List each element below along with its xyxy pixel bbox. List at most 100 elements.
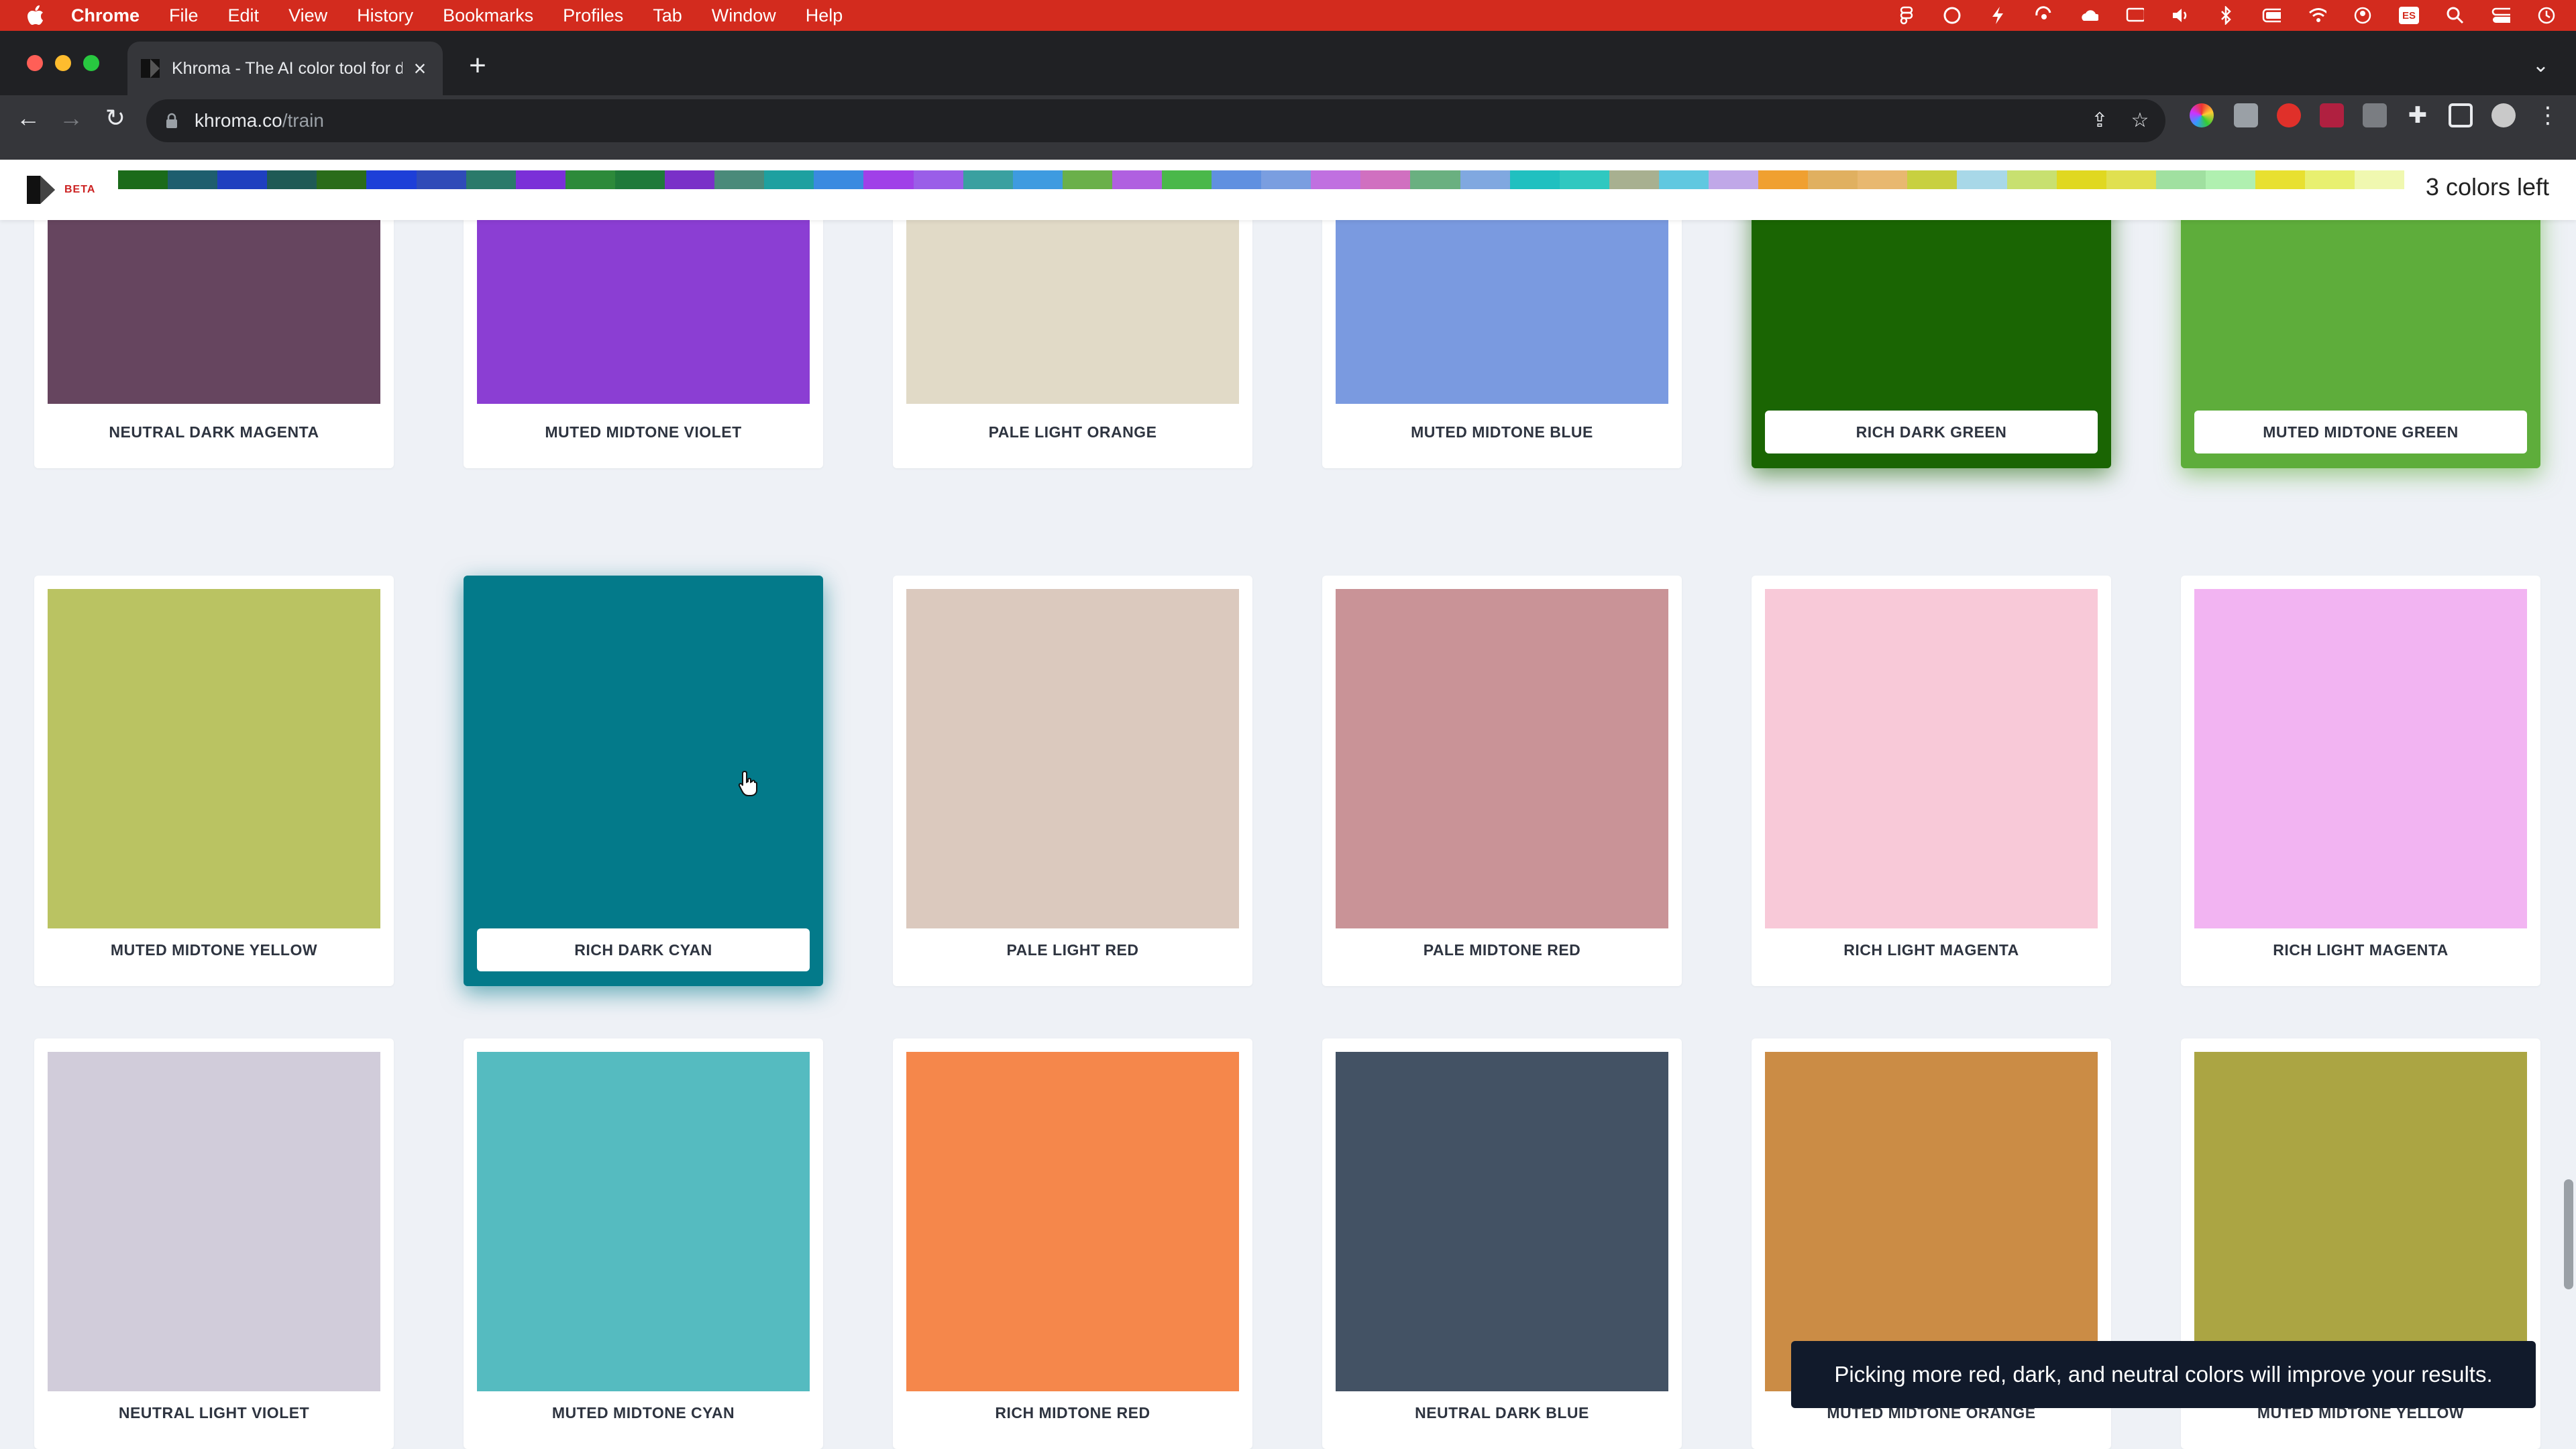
back-button[interactable]: ← <box>9 99 47 137</box>
address-bar[interactable]: khroma.co/train ⇪ ☆ <box>146 99 2165 142</box>
bluetooth-icon[interactable] <box>2216 6 2235 25</box>
strip-color-chip[interactable] <box>1261 170 1311 189</box>
strip-color-chip[interactable] <box>1758 170 1809 189</box>
camera-extension-icon[interactable] <box>2234 103 2258 127</box>
apple-icon[interactable] <box>27 5 44 25</box>
share-icon[interactable]: ⇪ <box>2089 110 2110 131</box>
strip-color-chip[interactable] <box>366 170 417 189</box>
chrome-menu-icon[interactable]: ⋮ <box>2536 103 2560 127</box>
side-panel-icon[interactable] <box>2449 103 2473 127</box>
strip-color-chip[interactable] <box>1907 170 1957 189</box>
search-icon[interactable] <box>2446 6 2465 25</box>
cloud-icon[interactable] <box>2080 6 2098 25</box>
bookmark-star-icon[interactable]: ☆ <box>2129 110 2151 131</box>
color-card[interactable]: NEUTRAL LIGHT VIOLET <box>34 1038 394 1449</box>
color-swatch[interactable] <box>477 589 810 928</box>
color-card[interactable]: RICH MIDTONE RED <box>893 1038 1252 1449</box>
strip-color-chip[interactable] <box>2155 170 2206 189</box>
color-card[interactable]: RICH DARK CYAN <box>464 576 823 986</box>
strip-color-chip[interactable] <box>764 170 814 189</box>
tab-search-chevron-icon[interactable]: ⌄ <box>2532 54 2549 77</box>
color-swatch[interactable] <box>1765 589 2098 928</box>
color-swatch[interactable] <box>906 589 1239 928</box>
sync-icon[interactable] <box>2034 6 2053 25</box>
strip-color-chip[interactable] <box>416 170 466 189</box>
keyboard-es-icon[interactable]: ES <box>2399 7 2419 24</box>
creative-cloud-icon[interactable] <box>1943 6 1962 25</box>
strip-color-chip[interactable] <box>1460 170 1510 189</box>
puzzle-extensions-icon[interactable]: ✚ <box>2406 103 2430 127</box>
strip-color-chip[interactable] <box>1609 170 1659 189</box>
color-swatch[interactable] <box>1336 1052 1668 1391</box>
color-swatch[interactable] <box>2194 589 2527 928</box>
menu-edit[interactable]: Edit <box>228 5 260 26</box>
color-card[interactable]: PALE MIDTONE RED <box>1322 576 1682 986</box>
color-card[interactable]: PALE LIGHT RED <box>893 576 1252 986</box>
tab-khroma[interactable]: Khroma - The AI color tool for d × <box>127 42 443 95</box>
strip-color-chip[interactable] <box>1957 170 2007 189</box>
tab-close-button[interactable]: × <box>411 58 429 79</box>
strip-color-chip[interactable] <box>714 170 765 189</box>
control-center-icon[interactable] <box>2491 6 2510 25</box>
strip-color-chip[interactable] <box>665 170 715 189</box>
figma-icon[interactable] <box>1897 6 1916 25</box>
battery-icon[interactable] <box>2262 6 2281 25</box>
menu-history[interactable]: History <box>357 5 413 26</box>
hand-extension-icon[interactable] <box>2277 103 2301 127</box>
strip-color-chip[interactable] <box>515 170 566 189</box>
pen-extension-icon[interactable] <box>2320 103 2344 127</box>
khroma-logo[interactable] <box>27 176 55 204</box>
strip-color-chip[interactable] <box>2006 170 2057 189</box>
window-close-button[interactable] <box>27 55 43 71</box>
color-card[interactable]: RICH LIGHT MAGENTA <box>2181 576 2540 986</box>
strip-color-chip[interactable] <box>2106 170 2156 189</box>
wifi-icon[interactable] <box>2308 6 2326 25</box>
strip-color-chip[interactable] <box>1062 170 1112 189</box>
color-swatch[interactable] <box>48 1052 380 1391</box>
menu-view[interactable]: View <box>288 5 327 26</box>
strip-color-chip[interactable] <box>814 170 864 189</box>
strip-color-chip[interactable] <box>1559 170 1609 189</box>
strip-color-chip[interactable] <box>1112 170 1162 189</box>
profile-avatar[interactable] <box>2491 103 2516 127</box>
strip-color-chip[interactable] <box>2205 170 2256 189</box>
menu-bookmarks[interactable]: Bookmarks <box>443 5 533 26</box>
strip-color-chip[interactable] <box>1360 170 1411 189</box>
forward-button[interactable]: → <box>52 99 90 137</box>
color-card[interactable]: MUTED MIDTONE CYAN <box>464 1038 823 1449</box>
color-swatch[interactable] <box>1336 589 1668 928</box>
strip-color-chip[interactable] <box>466 170 516 189</box>
color-card[interactable]: NEUTRAL DARK BLUE <box>1322 1038 1682 1449</box>
menu-window[interactable]: Window <box>712 5 776 26</box>
strip-color-chip[interactable] <box>1509 170 1560 189</box>
strip-color-chip[interactable] <box>2355 170 2405 189</box>
clock-icon[interactable] <box>2537 6 2556 25</box>
strip-color-chip[interactable] <box>565 170 615 189</box>
menu-profiles[interactable]: Profiles <box>563 5 623 26</box>
menu-help[interactable]: Help <box>806 5 843 26</box>
strip-color-chip[interactable] <box>963 170 1013 189</box>
strip-color-chip[interactable] <box>614 170 665 189</box>
color-card[interactable]: RICH LIGHT MAGENTA <box>1752 576 2111 986</box>
menu-file[interactable]: File <box>169 5 199 26</box>
color-swatch[interactable] <box>906 1052 1239 1391</box>
color-card[interactable]: MUTED MIDTONE YELLOW <box>34 576 394 986</box>
color-swatch[interactable] <box>477 1052 810 1391</box>
page-scrollbar[interactable] <box>2564 1179 2573 1289</box>
screen-mirror-icon[interactable] <box>2125 6 2144 25</box>
strip-color-chip[interactable] <box>863 170 914 189</box>
window-minimize-button[interactable] <box>55 55 71 71</box>
strip-color-chip[interactable] <box>1311 170 1361 189</box>
strip-color-chip[interactable] <box>2255 170 2306 189</box>
strip-color-chip[interactable] <box>217 170 268 189</box>
strip-color-chip[interactable] <box>267 170 317 189</box>
lock-icon[interactable] <box>165 112 180 129</box>
menu-app-chrome[interactable]: Chrome <box>71 5 140 26</box>
menu-tab[interactable]: Tab <box>653 5 682 26</box>
strip-color-chip[interactable] <box>1808 170 1858 189</box>
strip-color-chip[interactable] <box>317 170 367 189</box>
strip-color-chip[interactable] <box>168 170 218 189</box>
user-icon[interactable] <box>2353 6 2372 25</box>
reload-button[interactable]: ↻ <box>97 99 134 137</box>
strip-color-chip[interactable] <box>913 170 963 189</box>
